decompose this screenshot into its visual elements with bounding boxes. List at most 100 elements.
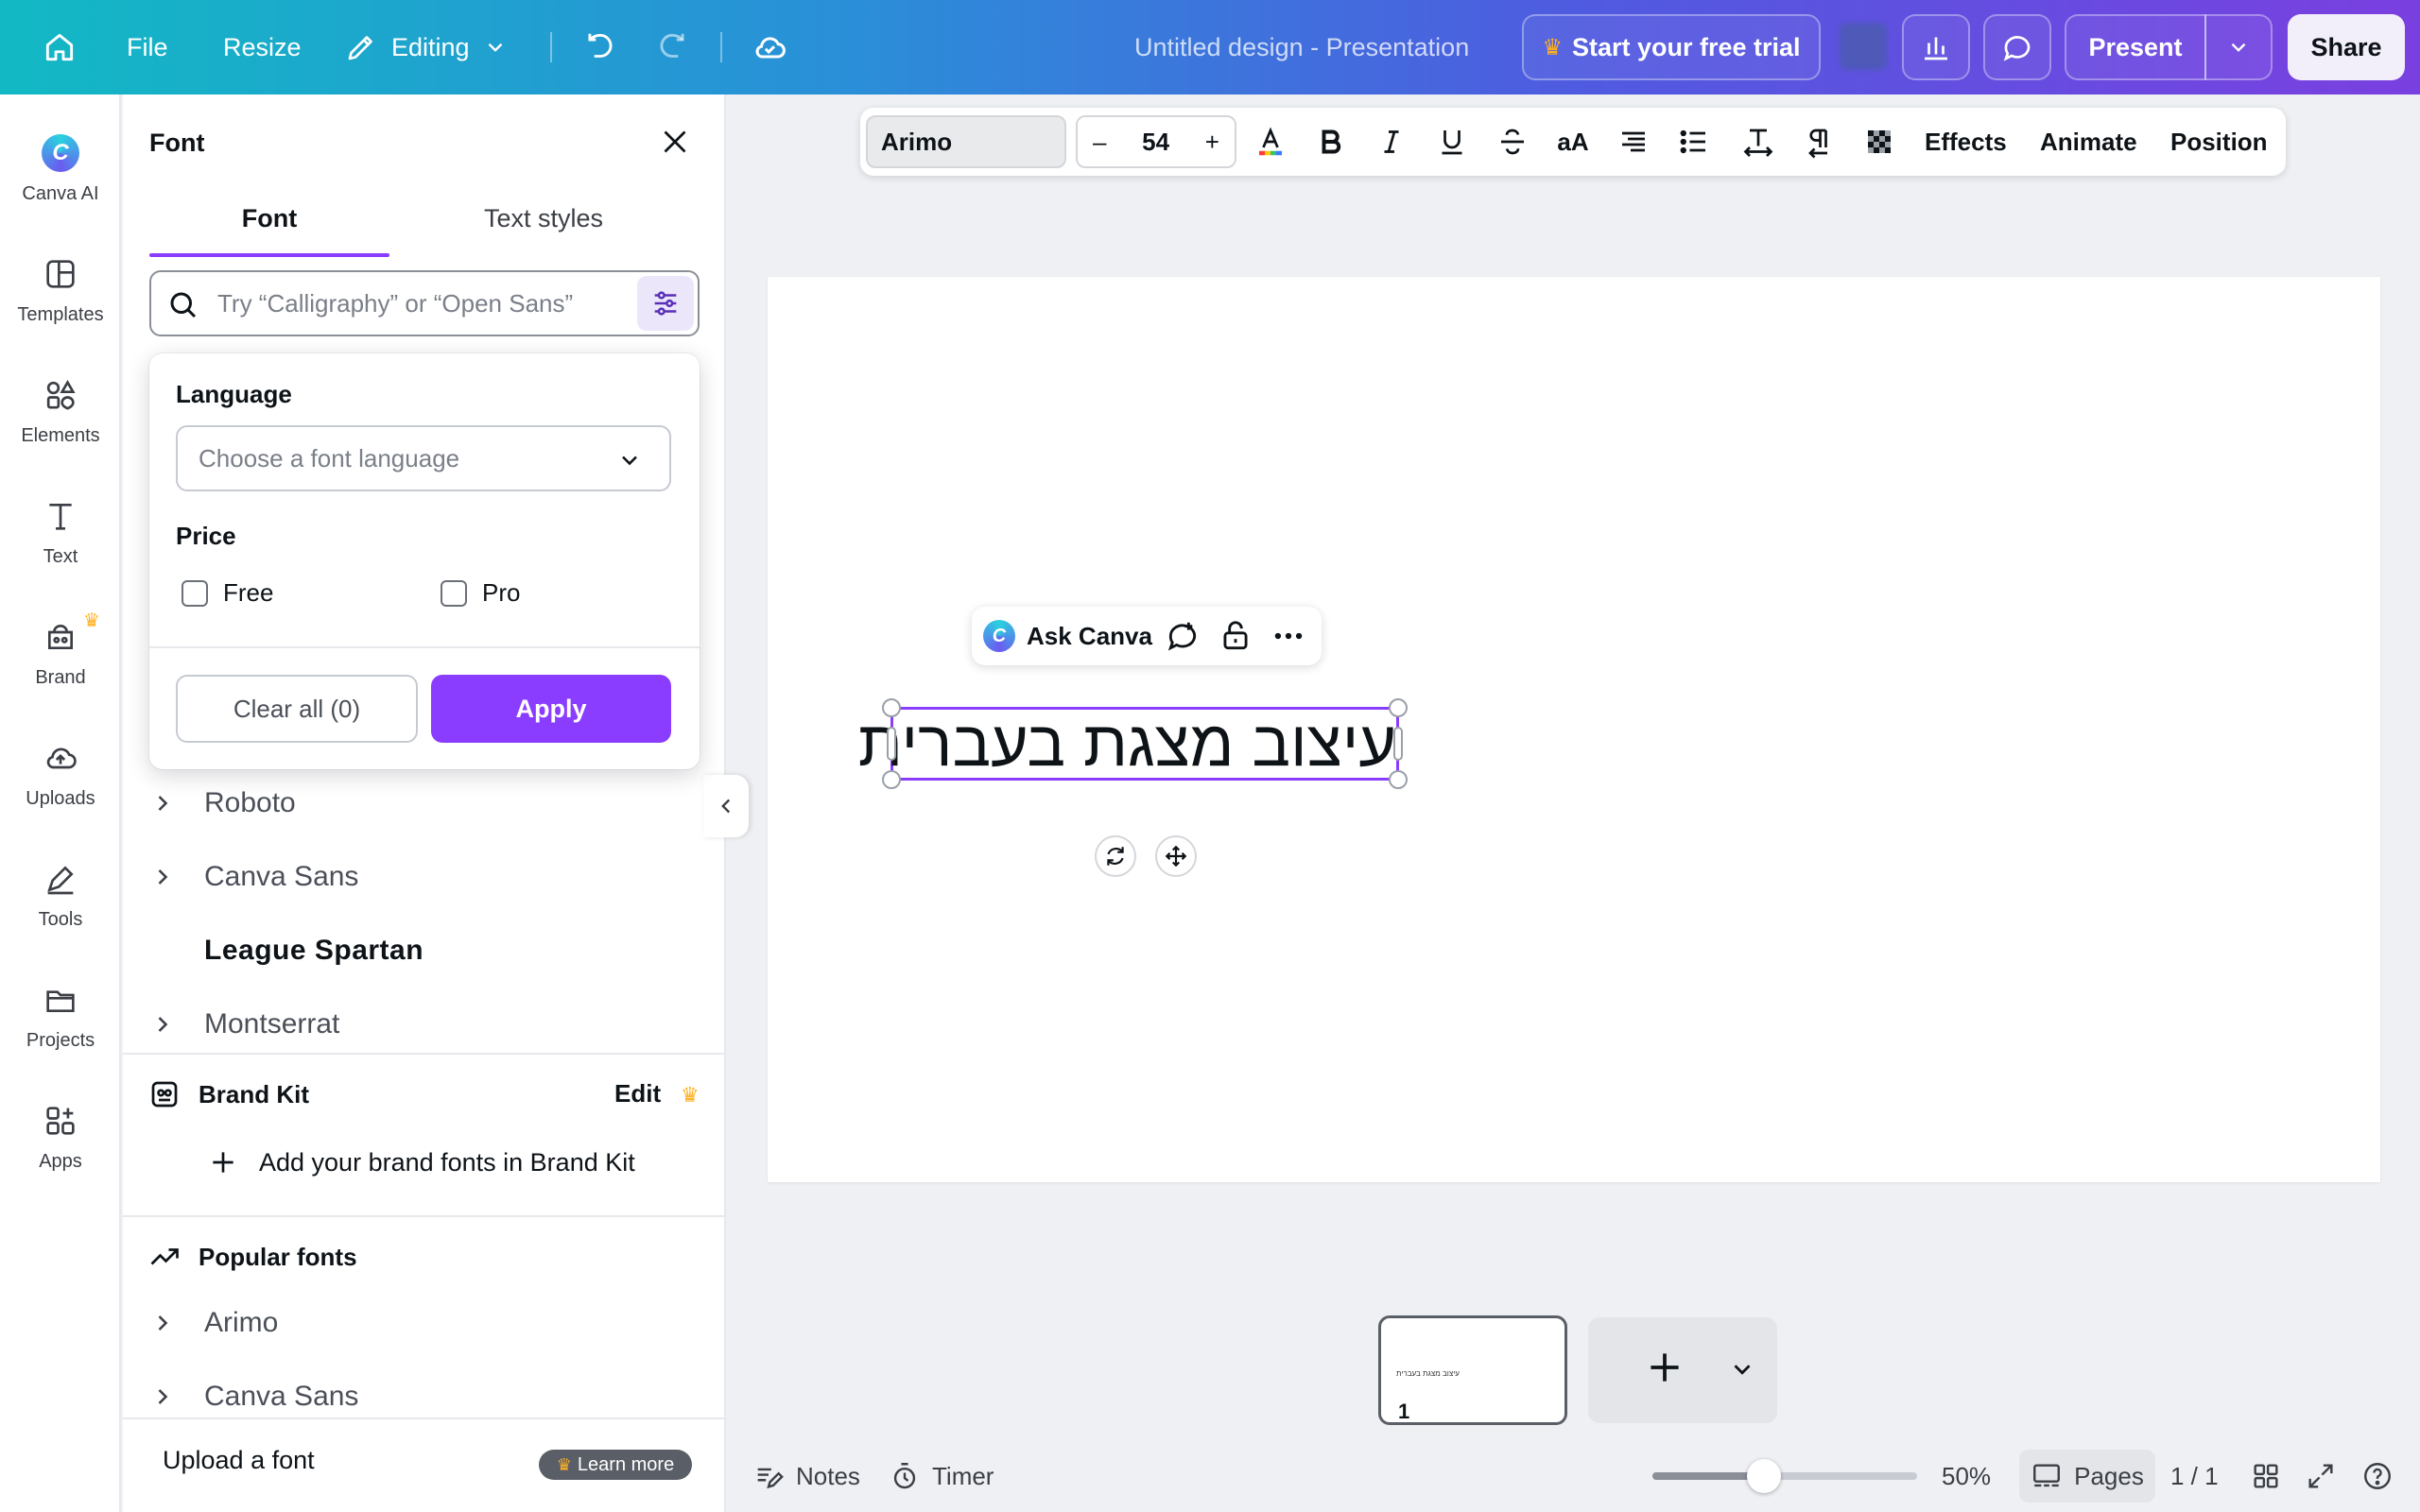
zoom-slider[interactable] xyxy=(1652,1459,1917,1493)
italic-icon xyxy=(1384,130,1399,153)
font-filter-button[interactable] xyxy=(637,276,694,331)
add-brand-fonts-button[interactable]: Add your brand fonts in Brand Kit xyxy=(208,1142,635,1183)
resize-handle-top-left[interactable] xyxy=(882,698,901,717)
zoom-value[interactable]: 50% xyxy=(1942,1440,1991,1512)
letter-case-button[interactable]: aA xyxy=(1548,115,1598,168)
rail-item-label: Uploads xyxy=(26,787,95,809)
list-button[interactable] xyxy=(1669,115,1719,168)
text-color-button[interactable] xyxy=(1246,115,1295,168)
italic-button[interactable] xyxy=(1367,115,1416,168)
rotate-handle[interactable] xyxy=(1095,835,1136,877)
home-button[interactable] xyxy=(42,0,78,94)
resize-button[interactable]: Resize xyxy=(223,0,302,94)
resize-handle-right[interactable] xyxy=(1393,727,1403,761)
font-item-league-spartan[interactable]: League Spartan xyxy=(149,922,424,979)
increase-size-button[interactable]: + xyxy=(1205,128,1219,157)
free-trial-button[interactable]: ♛ Start your free trial xyxy=(1522,14,1821,80)
tab-text-styles[interactable]: Text styles xyxy=(424,204,664,255)
apply-button[interactable]: Apply xyxy=(431,675,671,743)
present-button[interactable]: Present xyxy=(2065,14,2206,80)
add-page-button[interactable] xyxy=(1588,1317,1777,1423)
more-options-icon[interactable] xyxy=(1270,618,1306,654)
rail-item-uploads[interactable]: Uploads xyxy=(0,722,121,826)
font-family-picker[interactable]: Arimo xyxy=(866,115,1066,168)
ask-canva-button[interactable]: C Ask Canva xyxy=(983,607,1152,665)
add-comment-icon[interactable] xyxy=(1165,618,1201,654)
lock-icon[interactable] xyxy=(1218,618,1253,654)
rail-item-projects[interactable]: Projects xyxy=(0,964,121,1068)
rail-item-elements[interactable]: Elements xyxy=(0,359,121,463)
alignment-button[interactable] xyxy=(1609,115,1658,168)
tab-font[interactable]: Font xyxy=(149,204,389,255)
present-options-button[interactable] xyxy=(2204,14,2273,80)
strikethrough-button[interactable] xyxy=(1488,115,1537,168)
free-trial-label: Start your free trial xyxy=(1571,32,1801,61)
resize-handle-top-right[interactable] xyxy=(1389,698,1408,717)
font-size-value[interactable]: 54 xyxy=(1142,128,1169,157)
share-button[interactable]: Share xyxy=(2288,14,2405,80)
collapse-panel-button[interactable] xyxy=(703,775,749,837)
chevron-right-icon xyxy=(158,1389,168,1404)
close-icon[interactable] xyxy=(658,125,692,159)
move-handle[interactable] xyxy=(1155,835,1197,877)
rail-item-text[interactable]: Text xyxy=(0,480,121,584)
comments-button[interactable] xyxy=(1983,14,2051,80)
resize-handle-bottom-left[interactable] xyxy=(882,770,901,789)
animate-button[interactable]: Animate xyxy=(2040,115,2137,168)
pro-label: Pro xyxy=(482,578,521,607)
brand-kit-edit-link[interactable]: Edit xyxy=(614,1079,661,1108)
chevron-down-icon[interactable] xyxy=(1728,1355,1756,1383)
font-item-roboto[interactable]: Roboto xyxy=(149,775,296,832)
font-search-input[interactable] xyxy=(217,272,586,335)
page-thumbnail-1[interactable]: עיצוב מצגת בעברית 1 xyxy=(1378,1315,1567,1425)
bold-button[interactable] xyxy=(1306,115,1356,168)
chevron-down-icon xyxy=(2231,43,2246,52)
redo-button[interactable] xyxy=(654,0,690,94)
avatar[interactable] xyxy=(1840,23,1887,70)
rail-item-apps[interactable]: Apps xyxy=(0,1085,121,1189)
file-menu[interactable]: File xyxy=(127,0,168,94)
insights-button[interactable] xyxy=(1902,14,1970,80)
canvas-text[interactable]: עיצוב מצגת בעברית xyxy=(858,710,1396,778)
clear-all-button[interactable]: Clear all (0) xyxy=(176,675,418,743)
save-status-button[interactable] xyxy=(751,0,788,94)
rail-item-tools[interactable]: Tools xyxy=(0,843,121,947)
font-item-canva-sans[interactable]: Canva Sans xyxy=(149,849,358,905)
rail-item-canva-ai[interactable]: C Canva AI xyxy=(0,117,121,221)
resize-handle-left[interactable] xyxy=(887,727,896,761)
font-item-canva-sans-popular[interactable]: Canva Sans xyxy=(149,1368,358,1425)
grid-view-button[interactable] xyxy=(2250,1440,2282,1512)
text-direction-button[interactable] xyxy=(1794,115,1843,168)
underline-button[interactable] xyxy=(1427,115,1477,168)
resize-handle-bottom-right[interactable] xyxy=(1389,770,1408,789)
paragraph-direction-icon xyxy=(1808,129,1827,159)
zoom-slider-knob[interactable] xyxy=(1746,1459,1781,1493)
notes-button[interactable]: Notes xyxy=(752,1440,860,1512)
cloud-check-icon xyxy=(755,37,786,59)
page-counter[interactable]: 1 / 1 xyxy=(2170,1440,2219,1512)
free-checkbox[interactable] xyxy=(182,580,208,607)
upload-font-button[interactable]: Upload a font xyxy=(163,1446,315,1475)
pro-checkbox[interactable] xyxy=(441,580,467,607)
position-button[interactable]: Position xyxy=(2170,115,2268,168)
spacing-button[interactable] xyxy=(1734,115,1783,168)
crown-icon: ♛ xyxy=(1542,34,1563,60)
selected-text-box[interactable]: עיצוב מצגת בעברית xyxy=(858,698,1408,789)
rail-item-brand[interactable]: ♛ Brand xyxy=(0,601,121,705)
undo-button[interactable] xyxy=(582,0,618,94)
font-item-montserrat[interactable]: Montserrat xyxy=(149,996,339,1053)
transparency-button[interactable] xyxy=(1855,115,1904,168)
timer-button[interactable]: Timer xyxy=(889,1440,994,1512)
fullscreen-button[interactable] xyxy=(2305,1440,2337,1512)
decrease-size-button[interactable]: – xyxy=(1093,128,1106,157)
font-language-select[interactable]: Choose a font language xyxy=(176,425,671,491)
effects-button[interactable]: Effects xyxy=(1925,115,2007,168)
rail-item-label: Tools xyxy=(38,908,83,930)
rail-item-templates[interactable]: Templates xyxy=(0,238,121,342)
learn-more-badge[interactable]: ♛ Learn more xyxy=(539,1450,692,1480)
editing-mode-dropdown[interactable]: Editing xyxy=(344,0,508,94)
document-title[interactable]: Untitled design - Presentation xyxy=(1134,0,1469,94)
pages-button[interactable]: Pages xyxy=(2019,1450,2155,1503)
help-button[interactable] xyxy=(2361,1440,2394,1512)
font-item-arimo[interactable]: Arimo xyxy=(149,1295,278,1351)
